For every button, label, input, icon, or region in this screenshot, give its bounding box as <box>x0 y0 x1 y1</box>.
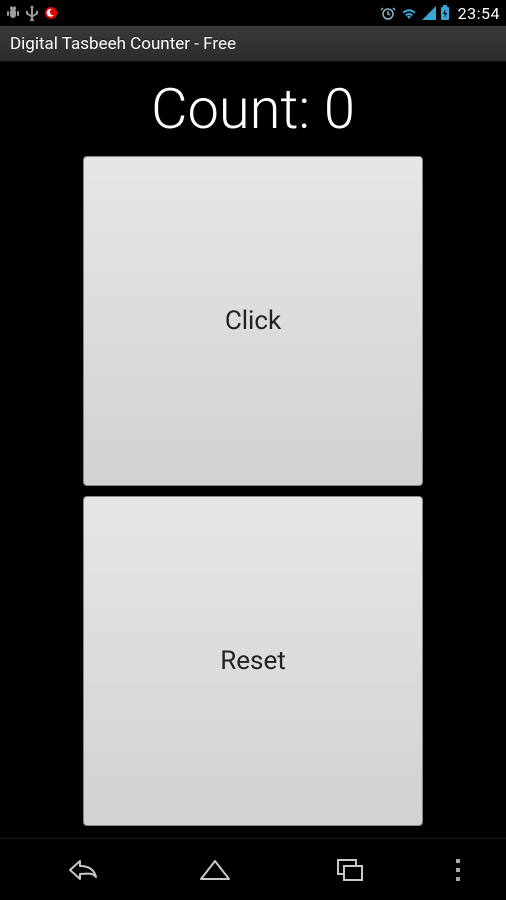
app-title: Digital Tasbeeh Counter - Free <box>10 34 236 54</box>
status-left-icons <box>6 5 58 21</box>
menu-button[interactable] <box>448 848 468 892</box>
wifi-icon <box>400 6 418 20</box>
menu-dot-icon <box>456 868 460 872</box>
android-debug-icon <box>6 5 20 21</box>
home-button[interactable] <box>175 848 255 892</box>
title-bar: Digital Tasbeeh Counter - Free <box>0 26 506 62</box>
main-content: Count: 0 Click Reset <box>0 62 506 838</box>
status-right-icons: 23:54 <box>380 4 500 23</box>
status-clock: 23:54 <box>458 4 500 23</box>
status-bar: 23:54 <box>0 0 506 26</box>
back-button[interactable] <box>38 848 118 892</box>
menu-dot-icon <box>456 859 460 863</box>
click-button-label: Click <box>225 306 281 336</box>
vodafone-icon <box>44 6 58 20</box>
reset-button-label: Reset <box>220 646 286 676</box>
menu-dot-icon <box>456 877 460 881</box>
home-icon <box>195 857 235 883</box>
click-button[interactable]: Click <box>83 156 423 486</box>
alarm-icon <box>380 5 396 21</box>
count-display: Count: 0 <box>151 76 355 142</box>
recent-apps-button[interactable] <box>311 848 391 892</box>
usb-icon <box>26 5 38 21</box>
navigation-bar <box>0 838 506 900</box>
battery-charging-icon <box>440 5 450 21</box>
reset-button[interactable]: Reset <box>83 496 423 826</box>
signal-icon <box>422 6 436 20</box>
recent-apps-icon <box>334 857 368 883</box>
back-icon <box>58 857 98 883</box>
